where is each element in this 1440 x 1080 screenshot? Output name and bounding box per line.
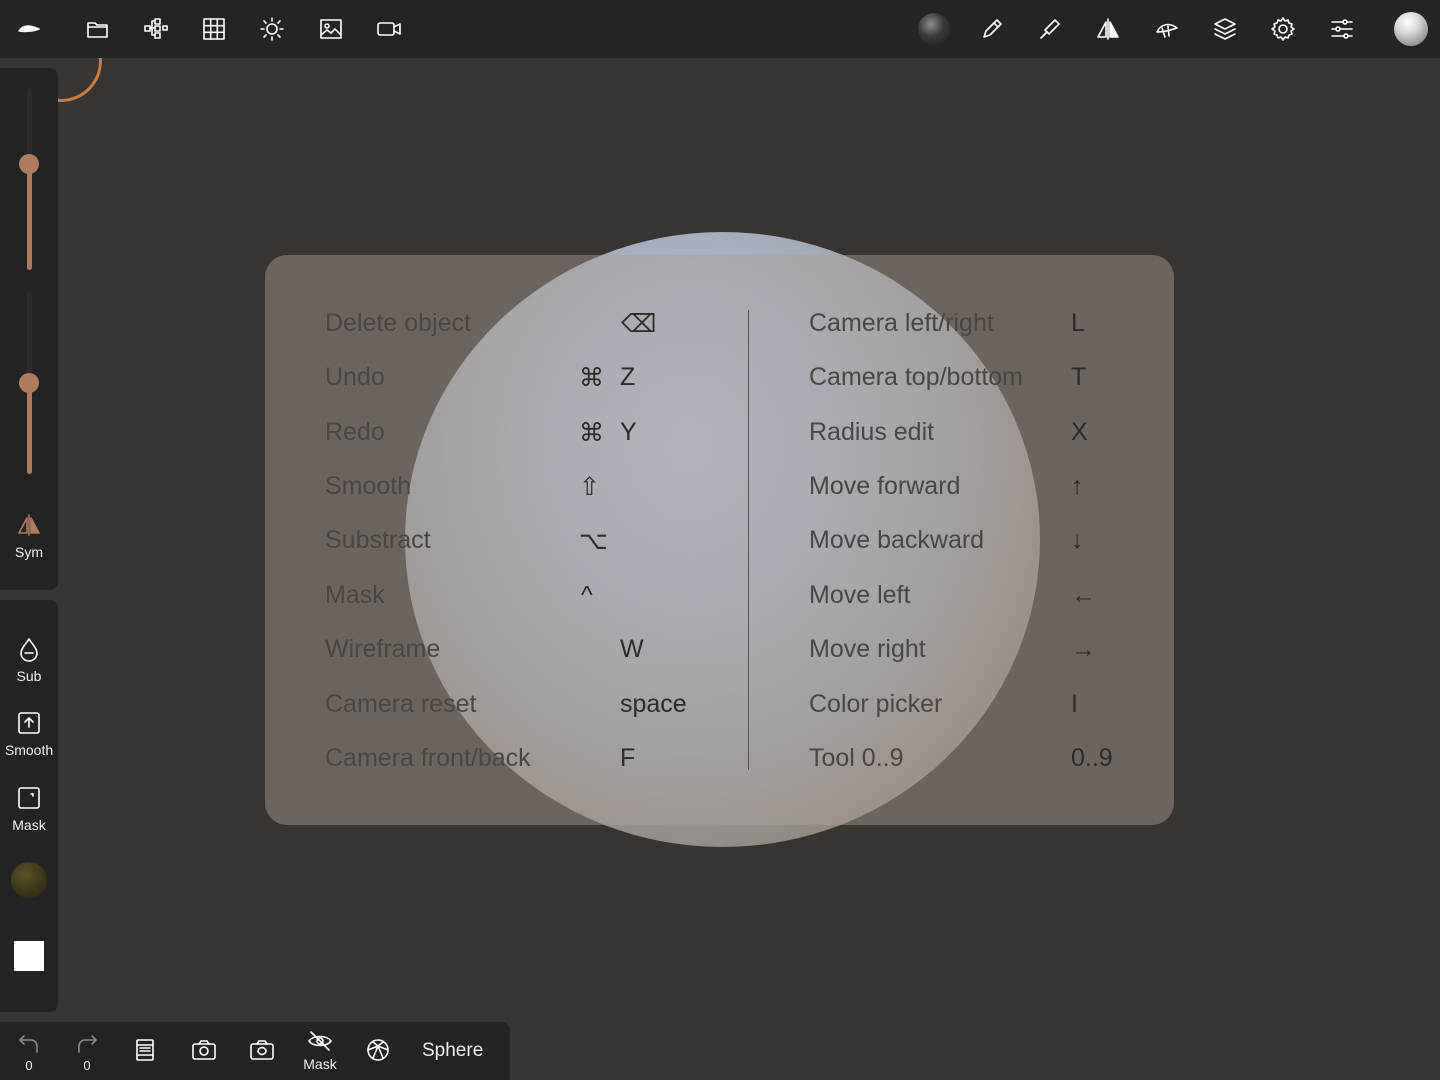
mask-icon: [18, 787, 40, 809]
pencil-icon[interactable]: [977, 14, 1007, 44]
redo-icon: [78, 1035, 97, 1053]
shortcut-name: Move left: [809, 581, 911, 609]
brush-icon[interactable]: [1035, 14, 1065, 44]
shortcut-name: Delete object: [325, 309, 471, 337]
shortcut-key: ←: [1071, 581, 1096, 609]
shortcut-key: F: [620, 744, 636, 772]
shortcut-name: Redo: [325, 418, 385, 446]
shortcut-name: Smooth: [325, 472, 412, 500]
redo-count: 0: [83, 1058, 91, 1073]
shortcut-modifier: ⌥: [579, 527, 608, 555]
shortcut-name: Camera front/back: [325, 744, 531, 772]
settings-icon[interactable]: [1268, 14, 1298, 44]
shortcut-modifier: ^: [581, 581, 593, 609]
shortcut-name: Camera reset: [325, 690, 477, 718]
grid-icon[interactable]: [199, 14, 229, 44]
shortcut-name: Substract: [325, 526, 431, 554]
shortcut-name: Wireframe: [325, 635, 441, 663]
left-tool-panel: Sym: [0, 68, 58, 590]
shortcuts-divider: [748, 310, 749, 770]
redo-button[interactable]: 0: [65, 1030, 109, 1073]
matcap-light-icon[interactable]: [1394, 12, 1428, 46]
mask-visibility-button[interactable]: Mask: [298, 1028, 342, 1072]
intensity-slider-fill: [27, 383, 32, 474]
shortcut-modifier: ⌘: [579, 419, 604, 447]
shortcut-key: T: [1071, 363, 1087, 391]
shortcut-key: Z: [620, 363, 636, 391]
primitive-label[interactable]: Sphere: [422, 1040, 483, 1062]
scene-tree-icon[interactable]: [141, 14, 171, 44]
wireframe-button[interactable]: [356, 1037, 400, 1063]
shortcut-key: L: [1071, 309, 1085, 337]
shortcut-modifier: ⇧: [579, 473, 600, 501]
shortcut-name: Move backward: [809, 526, 985, 554]
shortcut-name: Mask: [325, 581, 385, 609]
topology-icon[interactable]: [1152, 14, 1182, 44]
image-icon[interactable]: [316, 14, 346, 44]
intensity-slider-knob[interactable]: [19, 373, 39, 393]
drop-icon: [20, 638, 38, 662]
shortcut-name: Camera top/bottom: [809, 363, 1023, 391]
shortcut-key: →: [1071, 635, 1096, 663]
material-swatch[interactable]: [11, 862, 47, 898]
shortcut-key: ↑: [1071, 472, 1084, 500]
shortcut-name: Undo: [325, 363, 385, 391]
logo-icon[interactable]: [14, 14, 44, 44]
camera-icon: [192, 1040, 216, 1060]
shortcut-modifier: ⌘: [579, 364, 604, 392]
eye-off-icon: [308, 1031, 332, 1051]
notes-button[interactable]: [123, 1037, 167, 1063]
left-modifier-panel: Sub Smooth Mask: [0, 600, 58, 1012]
matcap-dark-icon[interactable]: [918, 13, 950, 45]
sub-button[interactable]: Sub: [0, 636, 58, 684]
shortcut-key: ⌫: [621, 310, 657, 338]
shortcut-name: Move forward: [809, 472, 961, 500]
screenshot-button[interactable]: [182, 1037, 226, 1063]
radius-slider-knob[interactable]: [19, 154, 39, 174]
shortcut-key: space: [620, 690, 687, 718]
undo-button[interactable]: 0: [7, 1030, 51, 1073]
camera-rotate-icon: [250, 1040, 274, 1060]
camera-video-icon[interactable]: [374, 14, 404, 44]
undo-icon: [19, 1035, 38, 1053]
sym-button[interactable]: Sym: [0, 512, 58, 560]
sliders-icon[interactable]: [1327, 14, 1357, 44]
shortcut-key: I: [1071, 690, 1078, 718]
mask-visibility-label: Mask: [303, 1056, 337, 1072]
mask-button[interactable]: Mask: [0, 785, 58, 833]
light-icon[interactable]: [257, 14, 287, 44]
folder-icon[interactable]: [83, 14, 113, 44]
shortcut-name: Camera left/right: [809, 309, 994, 337]
shortcut-name: Tool 0..9: [809, 744, 904, 772]
shortcut-name: Move right: [809, 635, 926, 663]
smooth-icon: [18, 712, 40, 734]
shortcut-key: Y: [620, 418, 637, 446]
shortcut-key: 0..9: [1071, 744, 1113, 772]
sym-label: Sym: [15, 544, 43, 560]
radius-slider-fill: [27, 164, 32, 270]
layers-icon[interactable]: [1210, 14, 1240, 44]
notebook-icon: [136, 1039, 154, 1061]
smooth-button[interactable]: Smooth: [0, 710, 58, 758]
bottom-toolbar: 0 0 Mask Sphere: [0, 1022, 510, 1080]
sub-label: Sub: [16, 668, 42, 684]
shortcut-name: Radius edit: [809, 418, 935, 446]
shortcut-key: W: [620, 635, 644, 663]
shortcut-name: Color picker: [809, 690, 943, 718]
smooth-label: Smooth: [4, 742, 54, 758]
symmetry-icon[interactable]: [1093, 14, 1123, 44]
shortcut-key: X: [1071, 418, 1088, 446]
top-toolbar: [0, 0, 1440, 58]
mask-label: Mask: [12, 817, 46, 833]
shortcut-key: ↓: [1071, 526, 1084, 554]
camera-reset-button[interactable]: [240, 1037, 284, 1063]
symmetry-icon: [18, 514, 40, 536]
wireframe-sphere-icon: [367, 1039, 389, 1061]
color-swatch[interactable]: [14, 941, 44, 971]
undo-count: 0: [25, 1058, 33, 1073]
